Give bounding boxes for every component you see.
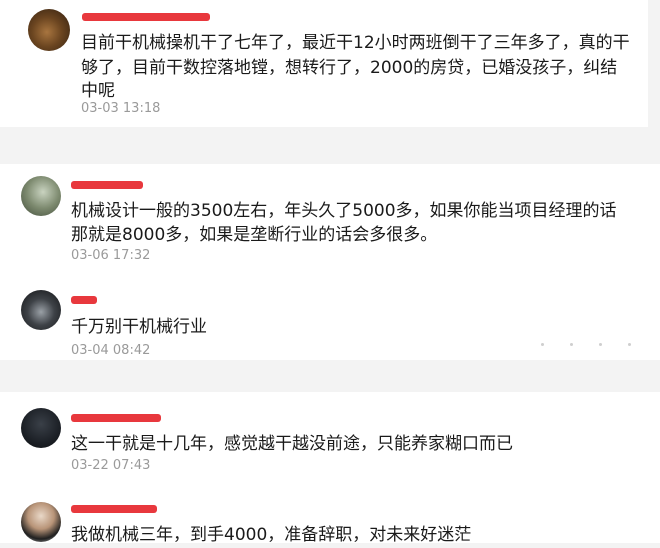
comment-time: 03-03 13:18 [81, 101, 161, 116]
more-options-icon[interactable] [541, 343, 631, 346]
username-redacted[interactable] [71, 181, 143, 189]
username-redacted[interactable] [82, 13, 210, 21]
username-redacted[interactable] [71, 505, 157, 513]
comment-text-line: 目前干机械操机干了七年了，最近干12小时两班倒干了三年多了，真的干 [81, 33, 630, 53]
comment-card: 这一干就是十几年，感觉越干越没前途，只能养家糊口而已 03-22 07:43 我… [0, 392, 660, 545]
comment-text-line: 机械设计一般的3500左右，年头久了5000多，如果你能当项目经理的话 [71, 201, 617, 221]
comment-time: 03-22 07:43 [71, 458, 151, 473]
dot-icon [599, 343, 602, 346]
comment-text-line: 我做机械三年，到手4000，准备辞职，对未来好迷茫 [71, 525, 472, 545]
username-redacted[interactable] [71, 414, 161, 422]
dot-icon [628, 343, 631, 346]
avatar[interactable] [21, 290, 61, 330]
avatar[interactable] [21, 176, 61, 216]
comment-time: 03-04 08:42 [71, 343, 151, 358]
comment-text-line: 这一干就是十几年，感觉越干越没前途，只能养家糊口而已 [71, 434, 513, 454]
comment-card: 目前干机械操机干了七年了，最近干12小时两班倒干了三年多了，真的干 够了，目前干… [0, 0, 648, 127]
comment-time: 03-06 17:32 [71, 248, 151, 263]
comment-text-line: 那就是8000多，如果是垄断行业的话会多很多。 [71, 225, 438, 245]
avatar[interactable] [28, 9, 70, 51]
comment-text-line: 够了，目前干数控落地镗，想转行了，2000的房贷，已婚没孩子，纠结 [81, 58, 618, 78]
dot-icon [541, 343, 544, 346]
dot-icon [570, 343, 573, 346]
username-redacted[interactable] [71, 296, 97, 304]
avatar[interactable] [21, 408, 61, 448]
comment-text-line: 千万别干机械行业 [71, 317, 207, 337]
avatar[interactable] [21, 502, 61, 542]
comment-card: 机械设计一般的3500左右，年头久了5000多，如果你能当项目经理的话 那就是8… [0, 164, 660, 360]
